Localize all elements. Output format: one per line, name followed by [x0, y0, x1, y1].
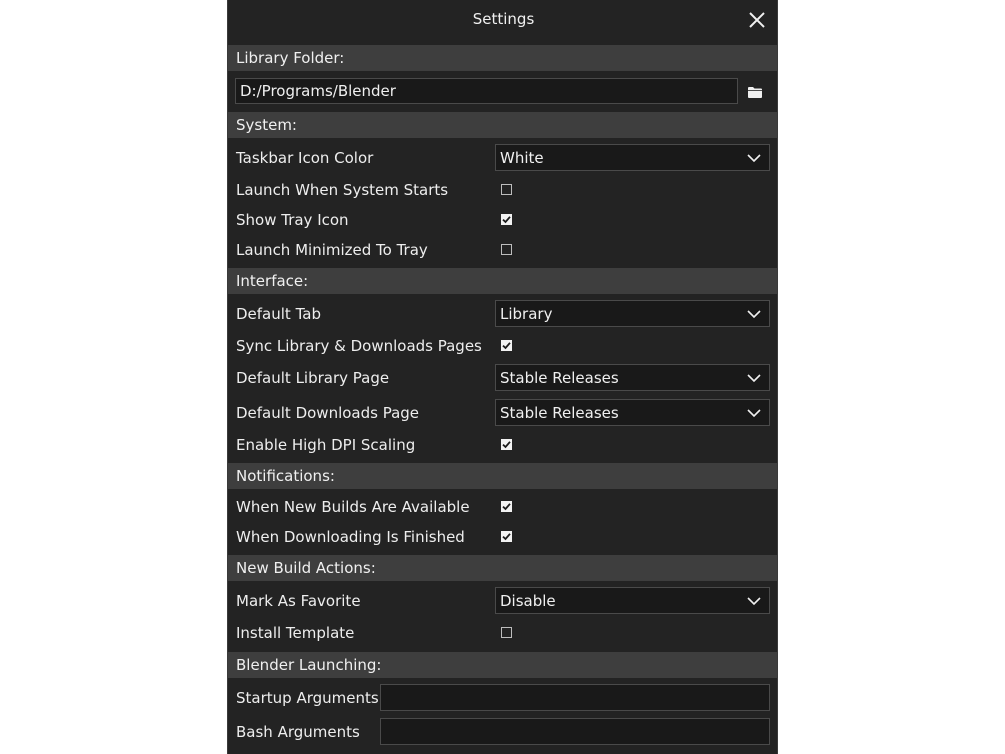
library-folder-input[interactable]: D:/Programs/Blender [235, 78, 738, 104]
window-title: Settings [472, 10, 535, 28]
high-dpi-label: Enable High DPI Scaling [236, 435, 416, 454]
sync-pages-label: Sync Library & Downloads Pages [236, 336, 482, 355]
settings-window: Settings Library Folder: D:/Programs/Ble… [227, 0, 778, 754]
launch-minimized-label: Launch Minimized To Tray [236, 240, 428, 259]
browse-folder-button[interactable] [740, 80, 770, 104]
startup-arguments-label: Startup Arguments [236, 688, 379, 707]
default-downloads-page-value: Stable Releases [500, 403, 619, 422]
taskbar-icon-color-value: White [500, 148, 544, 167]
chevron-down-icon [747, 373, 761, 382]
section-system: System: [228, 112, 777, 138]
section-new-build-actions: New Build Actions: [228, 555, 777, 581]
section-blender-launching: Blender Launching: [228, 652, 777, 678]
show-tray-icon-checkbox[interactable] [501, 214, 512, 225]
default-tab-value: Library [500, 304, 553, 323]
taskbar-icon-color-label: Taskbar Icon Color [236, 148, 374, 167]
mark-favorite-label: Mark As Favorite [236, 591, 361, 610]
checkmark-icon [502, 342, 511, 350]
launch-on-startup-checkbox[interactable] [501, 184, 512, 195]
bash-arguments-input[interactable] [380, 718, 770, 745]
default-library-page-select[interactable]: Stable Releases [495, 364, 770, 391]
new-builds-label: When New Builds Are Available [236, 497, 470, 516]
default-downloads-page-select[interactable]: Stable Releases [495, 399, 770, 426]
section-notifications: Notifications: [228, 463, 777, 489]
install-template-label: Install Template [236, 623, 355, 642]
bash-arguments-label: Bash Arguments [236, 722, 360, 741]
close-icon [749, 12, 765, 28]
mark-favorite-select[interactable]: Disable [495, 587, 770, 614]
chevron-down-icon [747, 596, 761, 605]
default-downloads-page-label: Default Downloads Page [236, 403, 420, 422]
section-interface: Interface: [228, 268, 777, 294]
high-dpi-checkbox[interactable] [501, 439, 512, 450]
launch-on-startup-label: Launch When System Starts [236, 180, 449, 199]
section-library-folder: Library Folder: [228, 45, 777, 71]
chevron-down-icon [747, 408, 761, 417]
checkmark-icon [502, 441, 511, 449]
checkmark-icon [502, 216, 511, 224]
folder-icon [748, 86, 762, 98]
chevron-down-icon [747, 153, 761, 162]
show-tray-icon-label: Show Tray Icon [236, 210, 349, 229]
new-builds-checkbox[interactable] [501, 501, 512, 512]
close-button[interactable] [743, 7, 771, 33]
default-library-page-label: Default Library Page [236, 368, 390, 387]
taskbar-icon-color-select[interactable]: White [495, 144, 770, 171]
checkmark-icon [502, 503, 511, 511]
download-finished-label: When Downloading Is Finished [236, 527, 465, 546]
default-tab-label: Default Tab [236, 304, 321, 323]
install-template-checkbox[interactable] [501, 627, 512, 638]
sync-pages-checkbox[interactable] [501, 340, 512, 351]
default-tab-select[interactable]: Library [495, 300, 770, 327]
download-finished-checkbox[interactable] [501, 531, 512, 542]
startup-arguments-input[interactable] [380, 684, 770, 711]
launch-minimized-checkbox[interactable] [501, 244, 512, 255]
chevron-down-icon [747, 309, 761, 318]
default-library-page-value: Stable Releases [500, 368, 619, 387]
checkmark-icon [502, 533, 511, 541]
mark-favorite-value: Disable [500, 591, 556, 610]
